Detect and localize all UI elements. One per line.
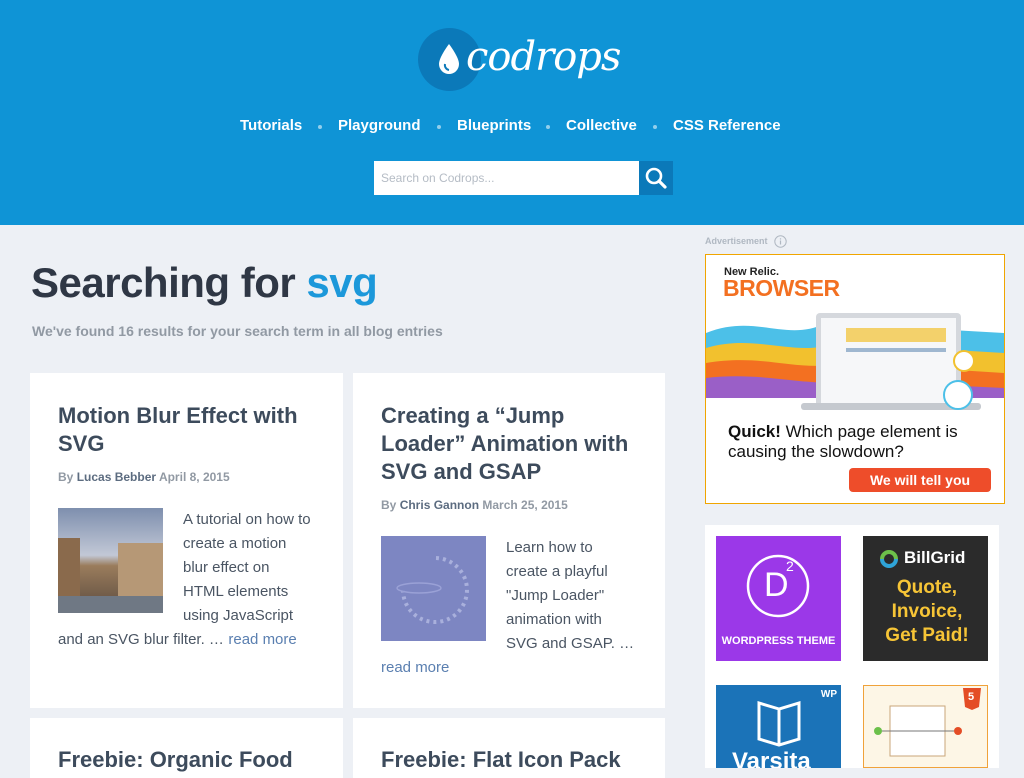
sponsor-tile-varsita[interactable]: WP Varsita	[716, 685, 841, 768]
nav-separator	[318, 125, 322, 129]
ad-label-text: Advertisement	[705, 235, 768, 246]
logo-text: codrops	[466, 34, 621, 80]
divi-glyph: D	[764, 566, 789, 604]
divi-superscript: 2	[786, 558, 794, 574]
nav-separator	[437, 125, 441, 129]
article-card: Motion Blur Effect with SVG By Lucas Beb…	[30, 373, 343, 708]
by-label: By	[381, 498, 397, 512]
nav-playground[interactable]: Playground	[338, 117, 421, 134]
read-more-link[interactable]: read more	[228, 631, 296, 648]
article-author[interactable]: Chris Gannon	[400, 498, 479, 512]
nav-collective[interactable]: Collective	[566, 117, 637, 134]
ad-cta-button[interactable]: We will tell you	[849, 468, 991, 492]
codrops-logo[interactable]: codrops	[418, 28, 621, 92]
sponsor-tile-divi[interactable]: D 2 WORDPRESS THEME	[716, 536, 841, 661]
search-button[interactable]	[639, 161, 673, 195]
article-excerpt: Learn how to create a playful "Jump Load…	[506, 539, 635, 652]
article-thumbnail[interactable]	[381, 536, 486, 641]
ad-illustration	[706, 313, 1004, 413]
page-title: Searching for svg	[31, 259, 378, 307]
article-card: Creating a “Jump Loader” Animation with …	[353, 373, 665, 708]
drop-icon	[439, 44, 459, 74]
article-meta: By Chris Gannon March 25, 2015	[381, 498, 568, 512]
ad-headline: Quick! Which page element is causing the…	[728, 422, 988, 462]
heading-prefix: Searching for	[31, 259, 296, 306]
tile-label: WORDPRESS THEME	[721, 635, 836, 647]
info-icon[interactable]	[774, 235, 787, 248]
advertisement-label: Advertisement	[705, 235, 787, 248]
book-icon	[757, 700, 801, 747]
article-date: March 25, 2015	[482, 498, 568, 512]
varsita-brand: Varsita	[732, 748, 811, 768]
nav-blueprints[interactable]: Blueprints	[457, 117, 531, 134]
diagram-illustration	[874, 705, 962, 757]
nav-tutorials[interactable]: Tutorials	[240, 117, 302, 134]
article-card: Freebie: Organic Food	[30, 718, 343, 778]
search-form	[374, 161, 673, 195]
article-title[interactable]: Creating a “Jump Loader” Animation with …	[381, 402, 641, 486]
ad-brand: BROWSER	[723, 275, 840, 301]
main-nav: Tutorials Playground Blueprints Collecti…	[0, 117, 1024, 139]
article-body: A tutorial on how to create a motion blu…	[58, 508, 311, 658]
nav-css-reference[interactable]: CSS Reference	[673, 117, 781, 134]
search-icon	[645, 167, 667, 189]
article-date: April 8, 2015	[158, 470, 230, 484]
article-author[interactable]: Lucas Bebber	[77, 470, 156, 484]
billgrid-brand: BillGrid	[904, 548, 966, 567]
article-meta: By Lucas Bebber April 8, 2015	[58, 470, 230, 484]
billgrid-tagline: Quote, Invoice, Get Paid!	[885, 577, 969, 646]
article-body: Learn how to create a playful "Jump Load…	[381, 536, 637, 686]
ad-headline-bold: Quick!	[728, 422, 781, 441]
html5-glyph: 5	[968, 691, 975, 703]
article-title[interactable]: Freebie: Flat Icon Pack	[381, 746, 651, 774]
article-title[interactable]: Freebie: Organic Food	[58, 746, 318, 774]
article-card: Freebie: Flat Icon Pack	[353, 718, 665, 778]
site-header: codrops Tutorials Playground Blueprints …	[0, 0, 1024, 225]
wp-badge: WP	[820, 689, 837, 700]
search-term: svg	[306, 259, 378, 306]
by-label: By	[58, 470, 74, 484]
sponsor-tiles: D 2 WORDPRESS THEME BillGrid Quote, Invo…	[705, 525, 999, 768]
sponsor-tile-billgrid[interactable]: BillGrid Quote, Invoice, Get Paid!	[863, 536, 988, 661]
ad-banner[interactable]: New Relic. BROWSER Quick! Which page ele…	[705, 254, 1005, 504]
nav-separator	[546, 125, 550, 129]
billgrid-logo-icon	[880, 550, 898, 568]
article-thumbnail[interactable]	[58, 508, 163, 613]
read-more-link[interactable]: read more	[381, 659, 449, 676]
sponsor-tile-html5[interactable]: 5	[863, 685, 988, 768]
search-input[interactable]	[374, 161, 639, 195]
article-title[interactable]: Motion Blur Effect with SVG	[58, 402, 318, 458]
results-summary: We've found 16 results for your search t…	[32, 323, 443, 339]
nav-separator	[653, 125, 657, 129]
